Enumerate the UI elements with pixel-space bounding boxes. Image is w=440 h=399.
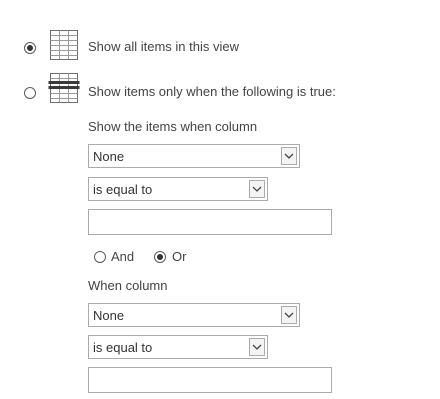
condition1-heading: Show the items when column [88,119,258,134]
chevron-down-icon[interactable] [249,338,265,356]
or-radio[interactable] [154,251,166,263]
condition2-operator-value: is equal to [93,339,153,355]
condition1-operator-select[interactable]: is equal to [88,177,268,201]
radio-selected-dot [157,254,163,260]
radio-selected-dot [27,45,33,51]
condition2-column-select[interactable]: None [88,303,300,327]
and-label[interactable]: And [111,249,134,265]
condition1-operator-value: is equal to [93,181,153,197]
show-all-radio[interactable] [24,42,36,54]
list-view-icon [50,30,78,60]
chevron-down-icon[interactable] [281,306,297,324]
filtered-list-icon [48,73,80,103]
condition2-operator-select[interactable]: is equal to [88,335,268,359]
show-all-label[interactable]: Show all items in this view [88,39,239,55]
and-radio[interactable] [94,251,106,263]
chevron-down-icon[interactable] [281,147,297,165]
chevron-down-icon[interactable] [249,180,265,198]
condition1-column-value: None [93,148,125,164]
condition2-column-value: None [93,307,125,323]
condition2-value-input[interactable] [88,367,332,393]
condition1-column-select[interactable]: None [88,144,300,168]
show-filtered-radio[interactable] [24,87,36,99]
or-label[interactable]: Or [172,249,186,265]
condition1-value-input[interactable] [88,209,332,235]
show-filtered-label[interactable]: Show items only when the following is tr… [88,84,336,100]
condition2-heading: When column [88,278,168,293]
